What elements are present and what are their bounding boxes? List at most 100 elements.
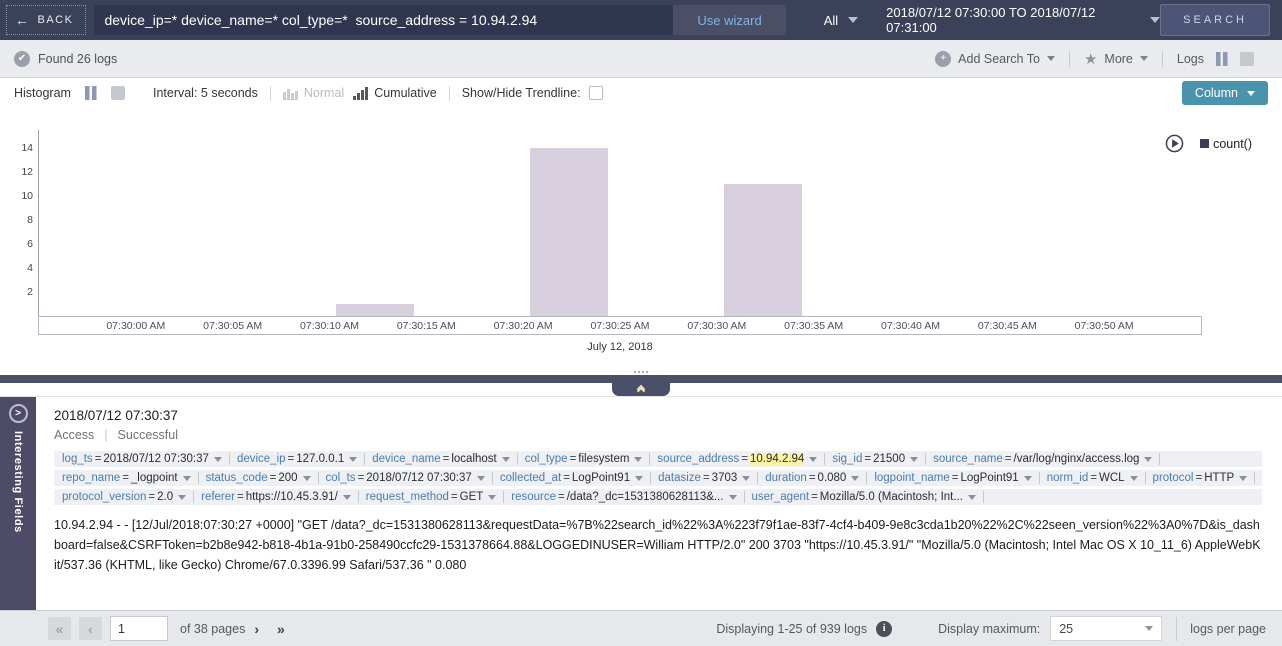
columns-view-icon[interactable]: [1215, 52, 1229, 66]
grid-view-icon[interactable]: [1240, 52, 1254, 66]
chevron-down-icon[interactable]: [349, 457, 357, 462]
chevron-down-icon[interactable]: [343, 495, 351, 500]
field-tag-request_method[interactable]: request_method=GET: [366, 491, 496, 503]
field-value: 3703: [712, 472, 738, 484]
normal-mode-label: Normal: [304, 86, 344, 100]
chevron-down-icon[interactable]: [968, 495, 976, 500]
chevron-down-icon[interactable]: [910, 457, 918, 462]
chart-type-column-button[interactable]: Column: [1182, 81, 1268, 105]
field-value: LogPoint91: [961, 472, 1019, 484]
divider: [449, 86, 450, 101]
histogram-bar-073020AM[interactable]: [530, 148, 608, 316]
interesting-fields-strip[interactable]: > Interesting Fields: [0, 397, 36, 610]
info-icon[interactable]: i: [876, 621, 892, 637]
chevron-down-icon[interactable]: [742, 476, 750, 481]
field-tag-duration[interactable]: duration=0.080: [765, 472, 859, 484]
field-tag-logpoint_name[interactable]: logpoint_name=LogPoint91: [874, 472, 1031, 484]
chevron-down-icon[interactable]: [851, 476, 859, 481]
chevron-down-icon[interactable]: [634, 457, 642, 462]
field-tag-datasize[interactable]: datasize=3703: [658, 472, 750, 484]
log-classification: Access | Successful: [54, 428, 1262, 442]
chevron-down-icon[interactable]: [183, 476, 191, 481]
field-equals: =: [1195, 472, 1202, 484]
field-tag-sig_id[interactable]: sig_id=21500: [832, 453, 918, 465]
field-tag-referer[interactable]: referer=https://10.45.3.91/: [201, 491, 351, 503]
back-button[interactable]: ← BACK: [6, 5, 86, 35]
chevron-down-icon[interactable]: [809, 457, 817, 462]
field-tag-device_ip[interactable]: device_ip=127.0.0.1: [237, 453, 357, 465]
splitter-bar[interactable]: [0, 375, 1282, 383]
logs-per-page-label: logs per page: [1190, 622, 1266, 636]
log-label-successful: Successful: [118, 428, 178, 442]
x-axis-tick-label: 07:30:25 AM: [591, 320, 650, 332]
histogram-columns-view-icon[interactable]: [84, 86, 98, 100]
repo-scope-dropdown[interactable]: All: [824, 13, 858, 28]
cumulative-mode-button[interactable]: Cumulative: [353, 86, 437, 100]
collapse-histogram-button[interactable]: [612, 383, 670, 396]
tag-separator: [318, 472, 319, 484]
field-equals: =: [811, 491, 818, 503]
field-tag-protocol_version[interactable]: protocol_version=2.0: [62, 491, 186, 503]
field-value: filesystem: [578, 453, 629, 465]
more-dropdown[interactable]: ★ More: [1070, 50, 1162, 68]
histogram-title: Histogram: [14, 86, 71, 100]
field-tag-protocol[interactable]: protocol=HTTP: [1153, 472, 1248, 484]
next-page-button[interactable]: ›: [254, 621, 259, 637]
trendline-checkbox[interactable]: [589, 86, 603, 100]
pagination-bar: « ‹ of 38 pages › » Displaying 1-25 of 9…: [0, 610, 1282, 646]
field-tag-col_type[interactable]: col_type=filesystem: [525, 453, 643, 465]
field-key: protocol_version: [62, 491, 146, 503]
time-range-dropdown[interactable]: 2018/07/12 07:30:00 TO 2018/07/12 07:31:…: [886, 5, 1160, 35]
log-timestamp: 2018/07/12 07:30:37: [54, 408, 1262, 423]
chevron-down-icon[interactable]: [477, 476, 485, 481]
search-button[interactable]: SEARCH: [1160, 4, 1270, 36]
x-axis-tick-label: 07:30:45 AM: [978, 320, 1037, 332]
field-tag-repo_name[interactable]: repo_name=_logpoint: [62, 472, 191, 484]
field-tag-source_address[interactable]: source_address=10.94.2.94: [657, 453, 817, 465]
histogram-bar-073010AM[interactable]: [336, 304, 414, 316]
field-tag-norm_id[interactable]: norm_id=WCL: [1047, 472, 1138, 484]
field-key: collected_at: [500, 472, 561, 484]
first-page-button[interactable]: «: [48, 617, 71, 640]
field-tag-collected_at[interactable]: collected_at=LogPoint91: [500, 472, 643, 484]
chevron-down-icon[interactable]: [1144, 457, 1152, 462]
field-tag-resource[interactable]: resource=/data?_dc=1531380628113&...: [511, 491, 736, 503]
x-axis-strip[interactable]: 07:30:00 AM07:30:05 AM07:30:10 AM07:30:1…: [38, 316, 1202, 335]
add-search-to-dropdown[interactable]: + Add Search To: [921, 51, 1069, 67]
total-pages-text: of 38 pages: [180, 622, 245, 636]
star-icon: ★: [1084, 50, 1097, 68]
histogram-grid-view-icon[interactable]: [111, 86, 125, 100]
expand-circle-icon[interactable]: >: [9, 404, 28, 423]
chevron-down-icon[interactable]: [303, 476, 311, 481]
last-page-button[interactable]: »: [277, 621, 285, 637]
chevron-down-icon[interactable]: [502, 457, 510, 462]
use-wizard-link[interactable]: Use wizard: [673, 5, 785, 35]
back-arrow-icon: ←: [15, 15, 31, 25]
field-tag-col_ts[interactable]: col_ts=2018/07/12 07:30:37: [326, 472, 485, 484]
chevron-down-icon: [1247, 91, 1255, 96]
field-tag-user_agent[interactable]: user_agent=Mozilla/5.0 (Macintosh; Int..…: [752, 491, 976, 503]
field-tag-device_name[interactable]: device_name=localhost: [372, 453, 510, 465]
search-query-input[interactable]: [94, 5, 673, 35]
field-tag-status_code[interactable]: status_code=200: [206, 472, 311, 484]
prev-page-button[interactable]: ‹: [79, 617, 102, 640]
chevron-down-icon[interactable]: [1024, 476, 1032, 481]
chevron-down-icon[interactable]: [1239, 476, 1247, 481]
field-tag-source_name[interactable]: source_name=/var/log/nginx/access.log: [933, 453, 1152, 465]
display-maximum-select[interactable]: 25: [1050, 616, 1162, 641]
page-number-input[interactable]: [110, 616, 168, 641]
chevron-down-icon[interactable]: [488, 495, 496, 500]
chevron-down-icon[interactable]: [635, 476, 643, 481]
chevron-down-icon[interactable]: [1130, 476, 1138, 481]
chevron-down-icon[interactable]: [214, 457, 222, 462]
normal-mode-button[interactable]: Normal: [283, 86, 344, 100]
chevron-down-icon[interactable]: [178, 495, 186, 500]
divider: |: [104, 428, 107, 442]
chevron-down-icon[interactable]: [729, 495, 737, 500]
logpoint-search-app: ← BACK Use wizard All 2018/07/12 07:30:0…: [0, 0, 1282, 646]
y-axis-tick-label: 14: [7, 142, 33, 154]
histogram-bar-073030AM[interactable]: [724, 184, 802, 316]
field-value: 10.94.2.94: [750, 453, 804, 465]
field-equals: =: [1090, 472, 1097, 484]
field-tag-log_ts[interactable]: log_ts=2018/07/12 07:30:37: [62, 453, 222, 465]
